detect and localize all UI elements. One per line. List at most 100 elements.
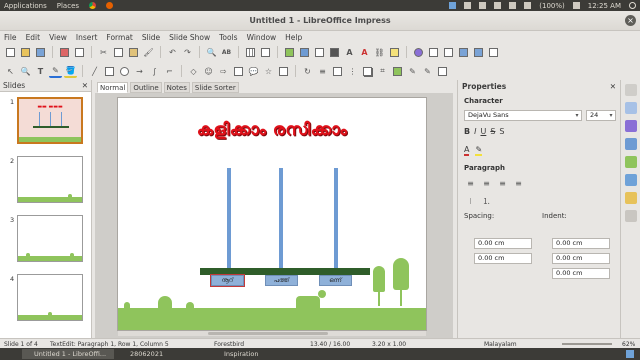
close-sidebar-icon[interactable]: ✕ [610,82,616,91]
volume-icon[interactable] [572,2,580,9]
dropbox-icon[interactable] [449,2,457,9]
zoom-slider[interactable] [562,343,612,345]
rectangle-icon[interactable] [103,65,116,78]
sidebar-menu-icon[interactable] [625,84,637,96]
start-show-icon[interactable] [457,46,470,59]
fill-color-icon[interactable]: 🪣 [64,65,77,78]
shadow-text-icon[interactable]: S [499,127,504,136]
scrollbar-thumb[interactable] [208,332,328,335]
label-hundreds[interactable]: നൂറ് [210,274,245,287]
menu-tools[interactable]: Tools [219,33,237,42]
slide-canvas[interactable]: കളിക്കാം രസിക്കാം നൂറ് പത്ത് ഒന്ന് [118,98,426,330]
indent-before-field[interactable]: 0.00 cm [552,238,610,249]
paste-icon[interactable] [127,46,140,59]
tab-normal[interactable]: Normal [97,82,129,93]
first-line-indent-field[interactable]: 0.00 cm [552,268,610,279]
media-icon[interactable] [328,46,341,59]
toggle-extrusion-icon[interactable] [436,65,449,78]
wifi-icon[interactable] [509,2,517,9]
transition-deck-icon[interactable] [625,156,637,168]
indent-after-field[interactable]: 0.00 cm [552,253,610,264]
task-inspiration[interactable]: Inspiration [212,349,302,359]
close-slides-pane-icon[interactable]: ✕ [82,81,88,90]
line-color-icon[interactable]: ✎ [49,65,62,78]
tab-notes[interactable]: Notes [163,82,190,93]
tab-slide-sorter[interactable]: Slide Sorter [191,82,239,93]
properties-deck-icon[interactable] [625,102,637,114]
display-views-icon[interactable] [427,46,440,59]
tab-outline[interactable]: Outline [130,82,162,93]
basic-shapes-icon[interactable]: ◇ [187,65,200,78]
animation-deck-icon[interactable] [625,138,637,150]
crop-icon[interactable]: ⌗ [376,65,389,78]
helplines-icon[interactable] [259,46,272,59]
arrow-icon[interactable]: → [133,65,146,78]
bold-icon[interactable]: B [464,127,470,136]
save-icon[interactable] [34,46,47,59]
slide-thumbnail-1[interactable]: ▬▬ ▬▬▬ [17,97,83,144]
points-icon[interactable]: ✎ [406,65,419,78]
select-icon[interactable]: ↖ [4,65,17,78]
text-icon[interactable]: T [34,65,47,78]
distribute-icon[interactable]: ⋮ [346,65,359,78]
align-right-icon[interactable]: ≡ [496,177,509,190]
hyperlink-icon[interactable]: ⛓ [373,46,386,59]
applications-menu[interactable]: Applications [4,2,47,10]
master-slides-deck-icon[interactable] [625,120,637,132]
menu-file[interactable]: File [4,33,17,42]
rotate-icon[interactable]: ↻ [301,65,314,78]
slide-thumbnail-3[interactable] [17,215,83,262]
connector-icon[interactable]: ⌐ [163,65,176,78]
chevron-down-icon[interactable]: ▾ [573,111,581,120]
task-folder[interactable]: 28062021 [118,349,206,359]
menu-slide-show[interactable]: Slide Show [169,33,210,42]
menu-window[interactable]: Window [247,33,277,42]
character-section-title[interactable]: Character [464,97,503,105]
find-replace-icon[interactable]: 🔍 [205,46,218,59]
new-slide-icon[interactable] [487,46,500,59]
slide-thumbnail-2[interactable] [17,156,83,203]
arrange-icon[interactable] [331,65,344,78]
status-zoom[interactable]: 62% [622,341,635,348]
menu-insert[interactable]: Insert [76,33,98,42]
navigator-deck-icon[interactable] [625,210,637,222]
status-language[interactable]: Malayalam [484,341,517,348]
comment-icon[interactable] [388,46,401,59]
fontwork-icon[interactable]: A [358,46,371,59]
new-icon[interactable] [4,46,17,59]
flowchart-icon[interactable] [232,65,245,78]
3d-objects-icon[interactable] [277,65,290,78]
power-icon[interactable] [629,2,636,9]
pole-middle[interactable] [279,168,283,269]
chevron-down-icon[interactable]: ▾ [607,111,615,120]
symbol-shapes-icon[interactable]: ☺ [202,65,215,78]
chrome-icon[interactable] [89,2,97,9]
mail-icon[interactable] [464,2,472,9]
styles-deck-icon[interactable] [625,174,637,186]
justify-icon[interactable]: ≡ [512,177,525,190]
align-left-icon[interactable]: ≡ [464,177,477,190]
spacing-above-field[interactable]: 0.00 cm [474,238,532,249]
keyboard-icon[interactable] [479,2,487,9]
abacus-beam[interactable] [200,268,370,275]
text-box-icon[interactable]: A [343,46,356,59]
bluetooth-icon[interactable] [494,2,502,9]
strikethrough-icon[interactable]: S [490,127,495,136]
spelling-icon[interactable]: AB [220,46,233,59]
gallery-deck-icon[interactable] [625,192,637,204]
align-center-icon[interactable]: ≡ [480,177,493,190]
filter-icon[interactable] [391,65,404,78]
menu-view[interactable]: View [49,33,67,42]
table-icon[interactable] [313,46,326,59]
numbering-icon[interactable]: ⒈ [480,195,493,208]
redo-icon[interactable]: ↷ [181,46,194,59]
menu-slide[interactable]: Slide [142,33,160,42]
slide-title[interactable]: കളിക്കാം രസിക്കാം [118,120,426,140]
undo-icon[interactable]: ↶ [166,46,179,59]
stars-icon[interactable]: ☆ [262,65,275,78]
firefox-icon[interactable] [106,2,114,9]
open-icon[interactable] [19,46,32,59]
task-impress[interactable]: Untitled 1 - LibreOffi... [22,349,114,359]
export-pdf-icon[interactable] [58,46,71,59]
zoom-pan-icon[interactable]: 🔍 [19,65,32,78]
